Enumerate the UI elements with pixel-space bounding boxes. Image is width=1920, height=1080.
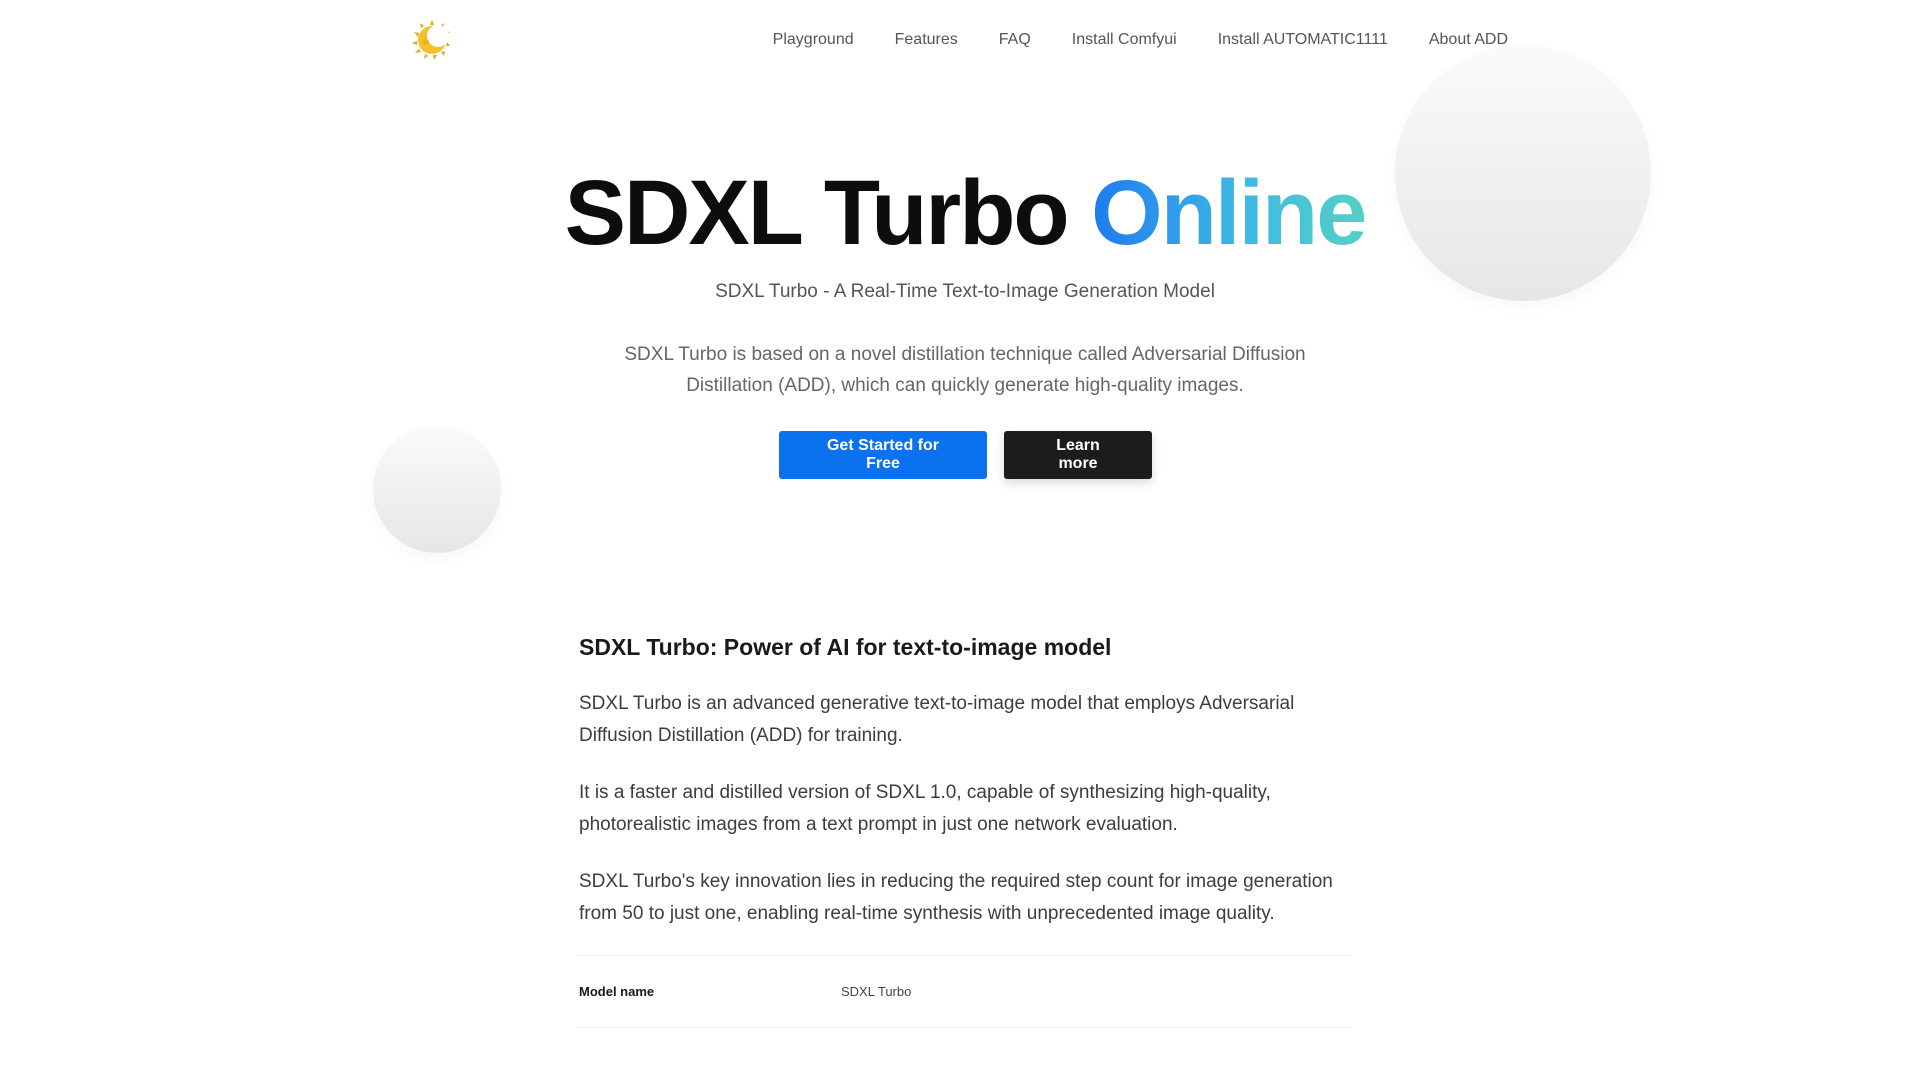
main-nav: Playground Features FAQ Install Comfyui … (773, 26, 1508, 54)
section-paragraph: It is a faster and distilled version of … (579, 782, 1271, 835)
spec-value: SDXL Turbo (841, 984, 912, 999)
header: Playground Features FAQ Install Comfyui … (0, 0, 1920, 80)
section-heading: SDXL Turbo: Power of AI for text-to-imag… (579, 634, 1112, 660)
nav-install-comfyui[interactable]: Install Comfyui (1072, 26, 1177, 54)
page: Playground Features FAQ Install Comfyui … (0, 0, 1920, 1080)
hero-title-accent: Online (1091, 162, 1367, 264)
hero-buttons: Get Started for Free Learn more (779, 431, 1152, 479)
intro-section: SDXL Turbo: Power of AI for text-to-imag… (579, 628, 1349, 1028)
section-paragraph: SDXL Turbo is an advanced generative tex… (579, 693, 1295, 746)
crescent-moon-sun-logo-icon[interactable] (410, 18, 454, 62)
section-paragraph: SDXL Turbo's key innovation lies in redu… (579, 871, 1333, 924)
spec-key: Model name (579, 984, 655, 999)
hero-description: SDXL Turbo is based on a novel distillat… (624, 344, 1306, 396)
hero-title: SDXL Turbo Online (0, 158, 1920, 268)
learn-more-button[interactable]: Learn more (1004, 431, 1152, 479)
hero-title-main: SDXL Turbo (564, 162, 1070, 264)
decorative-circle-small (373, 425, 501, 553)
get-started-button[interactable]: Get Started for Free (779, 431, 987, 479)
nav-install-automatic1111[interactable]: Install AUTOMATIC1111 (1218, 26, 1388, 54)
nav-faq[interactable]: FAQ (999, 26, 1031, 54)
nav-features[interactable]: Features (895, 26, 958, 54)
spec-row: Model name SDXL Turbo (579, 955, 1349, 1028)
hero-subtitle: SDXL Turbo - A Real-Time Text-to-Image G… (715, 281, 1215, 302)
nav-playground[interactable]: Playground (773, 26, 854, 54)
